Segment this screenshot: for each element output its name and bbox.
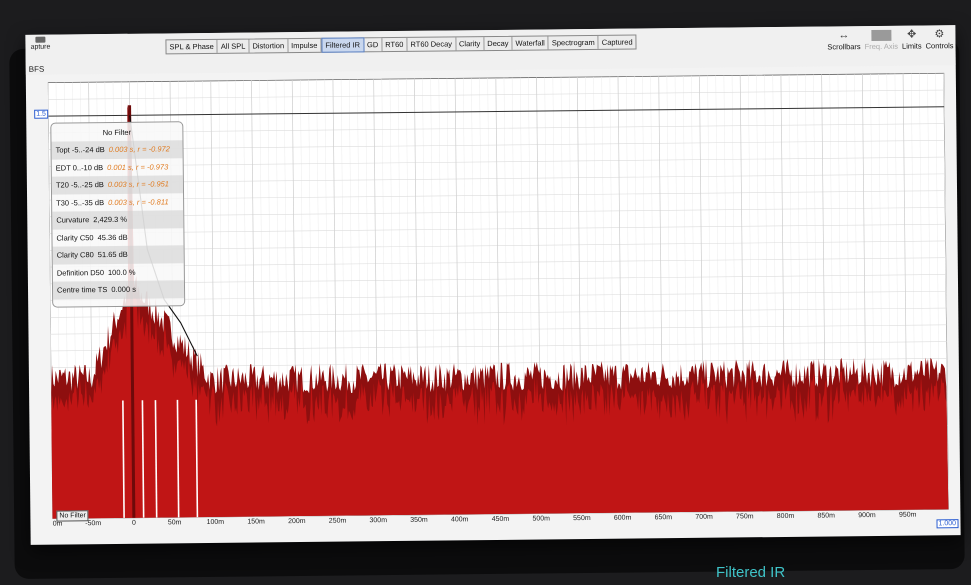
info-row-value: 0.000 s: [111, 284, 136, 295]
capture-label: apture: [30, 43, 51, 51]
y-tick-label: -95: [48, 432, 50, 439]
control-label: Scrollbars: [827, 42, 861, 52]
x-tick-label: 400m: [451, 516, 469, 523]
limits-button[interactable]: ✥ Limits: [901, 27, 922, 51]
y-top-limit-box[interactable]: 1.5: [34, 109, 48, 119]
y-tick-label: -65: [48, 332, 49, 339]
tab-clarity[interactable]: Clarity: [455, 37, 485, 51]
decay-info-panel: No Filter Topt -5..-24 dB 0.003 s, r = -0…: [50, 121, 186, 308]
caption: Filtered IR: [716, 564, 786, 581]
toolbar: apture BFS SPL & Phase All SPL Distortion I…: [25, 25, 956, 75]
tab-impulse[interactable]: Impulse: [288, 38, 322, 53]
limits-icon: ✥: [906, 28, 917, 41]
x-tick-label: 550m: [573, 515, 591, 522]
tab-distortion[interactable]: Distortion: [249, 39, 289, 53]
info-row: T30 -5..-35 dB 0.003 s, r = -0.811: [52, 193, 183, 212]
x-tick-label: 750m: [736, 513, 754, 520]
info-row-label: Centre time TS: [56, 285, 108, 295]
y-tick-label: -75: [48, 365, 49, 372]
tab-waterfall[interactable]: Waterfall: [512, 36, 549, 50]
units-label: BFS: [28, 64, 45, 74]
freq-axis-button[interactable]: Freq. Axis: [864, 28, 898, 51]
x-tick-label: 450m: [492, 516, 510, 523]
info-row-value: 2,429.3 %: [93, 215, 128, 225]
x-tick-label: 850m: [817, 512, 835, 519]
capture-button[interactable]: apture: [27, 36, 53, 51]
x-tick-label: 150m: [247, 518, 265, 525]
tab-spectrogram[interactable]: Spectrogram: [548, 35, 599, 50]
y-tick-label: -110: [48, 483, 50, 490]
y-tick-label: -90: [48, 416, 50, 423]
freq-axis-icon: [871, 29, 892, 42]
x-tick-label: 500m: [532, 515, 550, 522]
graph-controls: ↔ Scrollbars Freq. Axis ✥ Limits ⚙ Controls: [827, 27, 953, 51]
info-panel-title: No Filter: [102, 127, 132, 138]
info-row-value: 45.36 dB: [97, 232, 128, 242]
gear-icon: ⚙: [934, 28, 945, 41]
x-tick-label: 300m: [369, 517, 387, 524]
y-tick-label: -105: [48, 466, 50, 473]
x-tick-label: 200m: [288, 518, 306, 525]
x-tick-label: 600m: [614, 515, 632, 522]
info-row-label: T20 -5..-25 dB: [55, 180, 104, 190]
x-tick-label: 800m: [777, 513, 795, 520]
x-tick-label: 0: [132, 520, 136, 527]
y-tick-label: -120: [48, 516, 51, 523]
info-row: Clarity C50 45.36 dB: [52, 228, 183, 247]
controls-button[interactable]: ⚙ Controls: [925, 27, 954, 51]
tab-all-spl[interactable]: All SPL: [217, 39, 250, 53]
y-tick-label: -115: [48, 499, 51, 506]
y-tick-label: -60: [48, 315, 49, 322]
info-row-label: Clarity C80: [56, 250, 94, 260]
control-label: Controls: [925, 41, 954, 51]
info-row-label: T30 -5..-35 dB: [56, 197, 105, 208]
info-row-label: Definition D50: [56, 267, 105, 278]
info-row: Centre time TS 0.000 s: [52, 280, 185, 300]
x-tick-label: 900m: [858, 512, 876, 519]
info-row: Definition D50 100.0 %: [53, 263, 184, 282]
info-row: Topt -5..-24 dB 0.003 s, r = -0.972: [51, 140, 183, 160]
info-row: T20 -5..-25 dB 0.003 s, r = -0.951: [51, 175, 184, 195]
graph-tab-bar: SPL & Phase All SPL Distortion Impulse Filte…: [165, 34, 637, 55]
info-row: Clarity C80 51.65 dB: [52, 245, 184, 265]
app-window: apture BFS SPL & Phase All SPL Distortion I…: [25, 25, 961, 545]
info-row-value: 51.65 dB: [97, 250, 128, 260]
info-row-value: 0.003 s, r = -0.811: [108, 197, 169, 207]
x-tick-label: 950m: [899, 512, 917, 519]
x-tick-label: 50m: [168, 519, 182, 526]
info-row-value: 0.003 s, r = -0.972: [108, 144, 170, 155]
control-label: Freq. Axis: [864, 41, 899, 52]
tab-rt60[interactable]: RT60: [382, 37, 408, 52]
y-tick-label: -80: [48, 382, 49, 389]
scrollbars-button[interactable]: ↔ Scrollbars: [827, 28, 861, 52]
info-row: EDT 0..-10 dB 0.001 s, r = -0.973: [52, 158, 183, 177]
info-row-label: EDT 0..-10 dB: [55, 162, 104, 173]
info-row: Curvature 2,429.3 %: [52, 210, 184, 230]
control-label: Limits: [901, 41, 922, 51]
tab-spl-phase[interactable]: SPL & Phase: [166, 39, 218, 54]
x-tick-label: 700m: [695, 514, 713, 521]
tab-rt60-decay[interactable]: RT60 Decay: [407, 37, 457, 51]
y-tick-label: -85: [48, 399, 50, 406]
tab-decay[interactable]: Decay: [484, 36, 513, 51]
x-tick-label: 650m: [655, 514, 673, 521]
scrollbars-icon: ↔: [838, 29, 850, 42]
tab-gd[interactable]: GD: [363, 38, 383, 52]
info-row-label: Clarity C50: [56, 232, 94, 243]
tab-captured[interactable]: Captured: [599, 35, 636, 48]
info-row-value: 0.001 s, r = -0.973: [107, 162, 169, 172]
info-row-value: 0.003 s, r = -0.951: [107, 179, 170, 190]
camera-icon: [35, 36, 46, 43]
info-row-label: Curvature: [56, 215, 90, 225]
info-row-value: 100.0 %: [107, 267, 136, 277]
x-tick-label: 100m: [207, 519, 225, 526]
tab-filtered-ir[interactable]: Filtered IR: [321, 37, 365, 53]
x-tick-label: 350m: [410, 517, 428, 524]
x-tick-label: 250m: [329, 518, 347, 525]
info-row-label: Topt -5..-24 dB: [55, 145, 105, 155]
y-tick-label: -70: [48, 348, 49, 355]
filter-badge[interactable]: No Filter: [56, 510, 89, 522]
y-tick-label: -100: [48, 449, 50, 456]
x-end-limit-box[interactable]: 1.000: [936, 519, 959, 529]
